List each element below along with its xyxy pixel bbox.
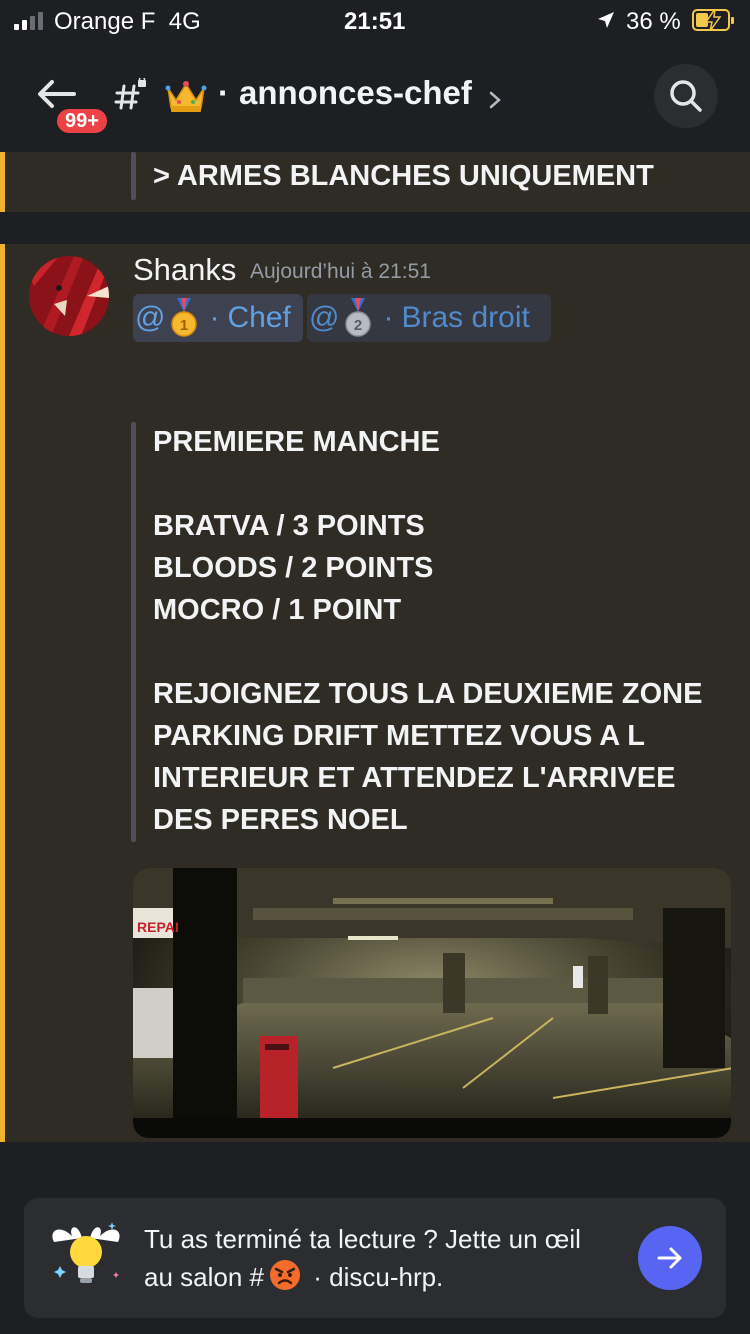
search-button[interactable] [654, 64, 718, 128]
quote-line: PARKING DRIFT METTEZ VOUS A L [153, 720, 645, 752]
quote-line: BLOODS / 2 POINTS [153, 552, 434, 584]
lightbulb-wings-icon [52, 1222, 120, 1283]
role-mention-chef[interactable]: @ 1 · Chef [133, 294, 303, 342]
prompt-line-1: Tu as terminé ta lecture ? Jette un œil [144, 1224, 581, 1254]
location-arrow-icon [598, 12, 614, 28]
previous-message: > ARMES BLANCHES UNIQUEMENT [0, 152, 750, 212]
highlighted-message[interactable]: Shanks Aujourd’hui à 21:51 @ 1 · Chef @ … [0, 244, 750, 1142]
mention-separator: · [383, 301, 394, 334]
prompt-prefix: au salon # [144, 1262, 264, 1292]
chevron-right-icon[interactable] [488, 90, 502, 110]
message-divider [0, 212, 750, 244]
svg-text:REPAI: REPAI [137, 919, 179, 935]
mention-label: Bras droit [401, 301, 530, 334]
quote-bar [131, 152, 136, 200]
bottom-area: Tu as terminé ta lecture ? Jette un œil … [0, 1142, 750, 1334]
quote-bar [131, 422, 136, 842]
channel-header: 99+ · annonces-chef [0, 44, 750, 152]
channel-separator: · [218, 74, 229, 111]
channel-title[interactable]: · annonces-chef [218, 74, 472, 112]
battery-percent: 36 % [626, 8, 681, 35]
signal-strength-icon [14, 12, 43, 30]
mention-at: @ [309, 301, 340, 334]
carrier-label: Orange F 4G [54, 8, 201, 36]
quote-line: REJOIGNEZ TOUS LA DEUXIEME ZONE [153, 678, 703, 710]
parking-garage-image[interactable]: REPAI [133, 868, 731, 1138]
channel-name: annonces-chef [239, 74, 472, 111]
previous-quote-text: > ARMES BLANCHES UNIQUEMENT [153, 160, 654, 192]
battery-charging-icon [692, 9, 734, 31]
quote-line: DES PERES NOEL [153, 804, 408, 836]
prompt-line-2: au salon # · discu-hrp. [144, 1258, 443, 1293]
go-to-channel-button[interactable] [638, 1226, 702, 1290]
prompt-separator: · [313, 1262, 322, 1292]
unread-badge: 99+ [54, 106, 110, 136]
role-mention-bras-droit[interactable]: @ 2 · Bras droit [307, 294, 551, 342]
prompt-channel-link[interactable]: discu-hrp. [329, 1262, 443, 1292]
mention-at: @ [135, 301, 166, 334]
mention-separator: · [209, 301, 220, 334]
arrow-right-icon [657, 1247, 682, 1269]
network-type: 4G [168, 8, 201, 35]
avatar[interactable] [29, 256, 109, 336]
message-timestamp: Aujourd’hui à 21:51 [250, 260, 431, 283]
silver-medal-icon: 2 [345, 298, 372, 337]
svg-text:1: 1 [180, 317, 188, 334]
read-prompt-card[interactable]: Tu as terminé ta lecture ? Jette un œil … [24, 1198, 726, 1318]
status-time: 21:51 [344, 8, 406, 35]
crown-icon [165, 81, 207, 112]
message-author[interactable]: Shanks [133, 252, 236, 288]
quote-line: PREMIERE MANCHE [153, 426, 440, 458]
mention-label: Chef [227, 301, 291, 334]
search-icon [670, 80, 702, 112]
hash-lock-icon [114, 78, 146, 110]
angry-face-icon [269, 1260, 300, 1290]
svg-text:2: 2 [354, 317, 362, 334]
quote-line: MOCRO / 1 POINT [153, 594, 402, 626]
gold-medal-icon: 1 [171, 298, 198, 337]
status-bar: Orange F 4G 21:51 36 % [0, 0, 750, 44]
message-list[interactable]: > ARMES BLANCHES UNIQUEMENT Shanks Aujou… [0, 152, 750, 1142]
quote-line: BRATVA / 3 POINTS [153, 510, 425, 542]
quote-line: INTERIEUR ET ATTENDEZ L'ARRIVEE [153, 762, 676, 794]
carrier-name: Orange F [54, 8, 156, 35]
